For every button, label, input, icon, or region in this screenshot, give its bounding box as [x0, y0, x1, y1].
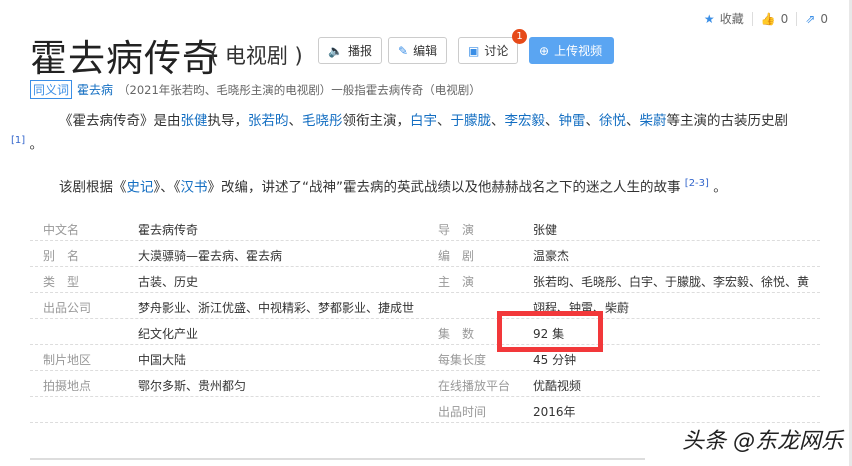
info-value: 45 分钟: [533, 353, 577, 367]
info-row: 类 型 古装、历史 主 演 张若昀、毛晓彤、白宇、于朦胧、李宏毅、徐悦、黄: [30, 267, 820, 293]
info-label: 集 数: [438, 327, 475, 341]
info-row: 出品公司 梦舟影业、浙江优盛、中视精彩、梦都影业、捷成世 翊程、钟雷、柴蔚: [30, 293, 820, 319]
edit-button[interactable]: ✎ 编辑: [388, 37, 448, 64]
info-row: 别 名 大漠骠骑—霍去病、霍去病 编 剧 温豪杰: [30, 241, 820, 267]
info-label: 每集长度: [438, 353, 487, 367]
info-label: 制片地区: [43, 353, 92, 367]
info-label: 出品公司: [43, 301, 92, 315]
info-value: 张若昀、毛晓彤、白宇、于朦胧、李宏毅、徐悦、黄: [533, 275, 810, 289]
watermark: 头条 @东龙网乐: [682, 429, 843, 454]
info-value: 古装、历史: [138, 275, 199, 289]
star-icon: ★: [703, 11, 715, 26]
info-label: 编 剧: [438, 249, 475, 263]
info-value: 鄂尔多斯、贵州都匀: [138, 379, 247, 393]
info-label: 类 型: [43, 275, 80, 289]
info-value: 纪文化产业: [138, 327, 199, 341]
info-row: 制片地区 中国大陆 每集长度 45 分钟: [30, 345, 820, 371]
info-value: 霍去病传奇: [138, 223, 199, 237]
info-row: 中文名 霍去病传奇 导 演 张健: [30, 215, 820, 241]
upload-video-button[interactable]: ⊕ 上传视频: [529, 37, 614, 64]
info-label: 导 演: [438, 223, 475, 237]
discuss-badge: 1: [512, 29, 527, 44]
synonym-link[interactable]: 霍去病: [77, 81, 113, 98]
info-value: 梦舟影业、浙江优盛、中视精彩、梦都影业、捷成世: [138, 301, 415, 315]
reference-link[interactable]: [2-3]: [685, 178, 709, 189]
info-label: 中文名: [43, 223, 80, 237]
info-row: 拍摄地点 鄂尔多斯、贵州都匀 在线播放平台 优酷视频: [30, 371, 820, 397]
info-value: 大漠骠骑—霍去病、霍去病: [138, 249, 283, 263]
page-subtitle: ( 电视剧 ): [210, 44, 303, 68]
top-actions: ★ 收藏 👍 0 ⇗ 0: [696, 10, 836, 27]
info-label: 在线播放平台: [438, 379, 511, 393]
info-label: 拍摄地点: [43, 379, 92, 393]
pencil-icon: ✎: [398, 43, 409, 58]
info-value: 张健: [533, 223, 558, 237]
reference-link[interactable]: [1]: [11, 135, 25, 146]
info-value: 2016年: [533, 405, 576, 419]
info-label: 出品时间: [438, 405, 487, 419]
info-value: 温豪杰: [533, 249, 570, 263]
intro-paragraph-1: 《霍去病传奇》是由张健执导，张若昀、毛晓彤领衔主演，白宇、于朦胧、李宏毅、钟雷、…: [11, 113, 788, 153]
discuss-button[interactable]: ▣ 讨论: [458, 37, 519, 64]
info-row: 纪文化产业集 数 92 集: [30, 319, 820, 345]
share-button[interactable]: ⇗ 0: [796, 11, 836, 26]
like-button[interactable]: 👍 0: [751, 11, 797, 26]
comment-icon: ▣: [468, 43, 480, 58]
divider: [30, 458, 645, 460]
info-row: 出品时间 2016年: [30, 397, 820, 423]
highlight-box: [497, 311, 603, 352]
broadcast-button[interactable]: 🔈 播报: [318, 37, 382, 64]
info-label: 别 名: [43, 249, 80, 263]
info-label: 主 演: [438, 275, 475, 289]
info-value: 中国大陆: [138, 353, 187, 367]
synonym-tag: 同义词: [30, 80, 73, 99]
share-icon: ⇗: [805, 11, 816, 26]
thumbs-up-icon: 👍: [760, 11, 776, 26]
synonym-line: 同义词 霍去病 （2021年张若昀、毛晓彤主演的电视剧）一般指霍去病传奇（电视剧…: [30, 80, 481, 99]
speaker-icon: 🔈: [328, 43, 343, 58]
favorite-button[interactable]: ★ 收藏: [696, 10, 752, 27]
page-title: 霍去病传奇: [30, 37, 220, 80]
intro-paragraph-2: 该剧根据《史记》、《汉书》改编，讲述了“战神”霍去病的英武战绩以及他赫赫战名之下…: [59, 178, 727, 196]
basic-info-table: 中文名 霍去病传奇 导 演 张健别 名 大漠骠骑—霍去病、霍去病 编 剧 温豪杰类 型 古装、…: [30, 215, 820, 423]
plus-circle-icon: ⊕: [539, 43, 550, 58]
info-value: 优酷视频: [533, 379, 582, 393]
